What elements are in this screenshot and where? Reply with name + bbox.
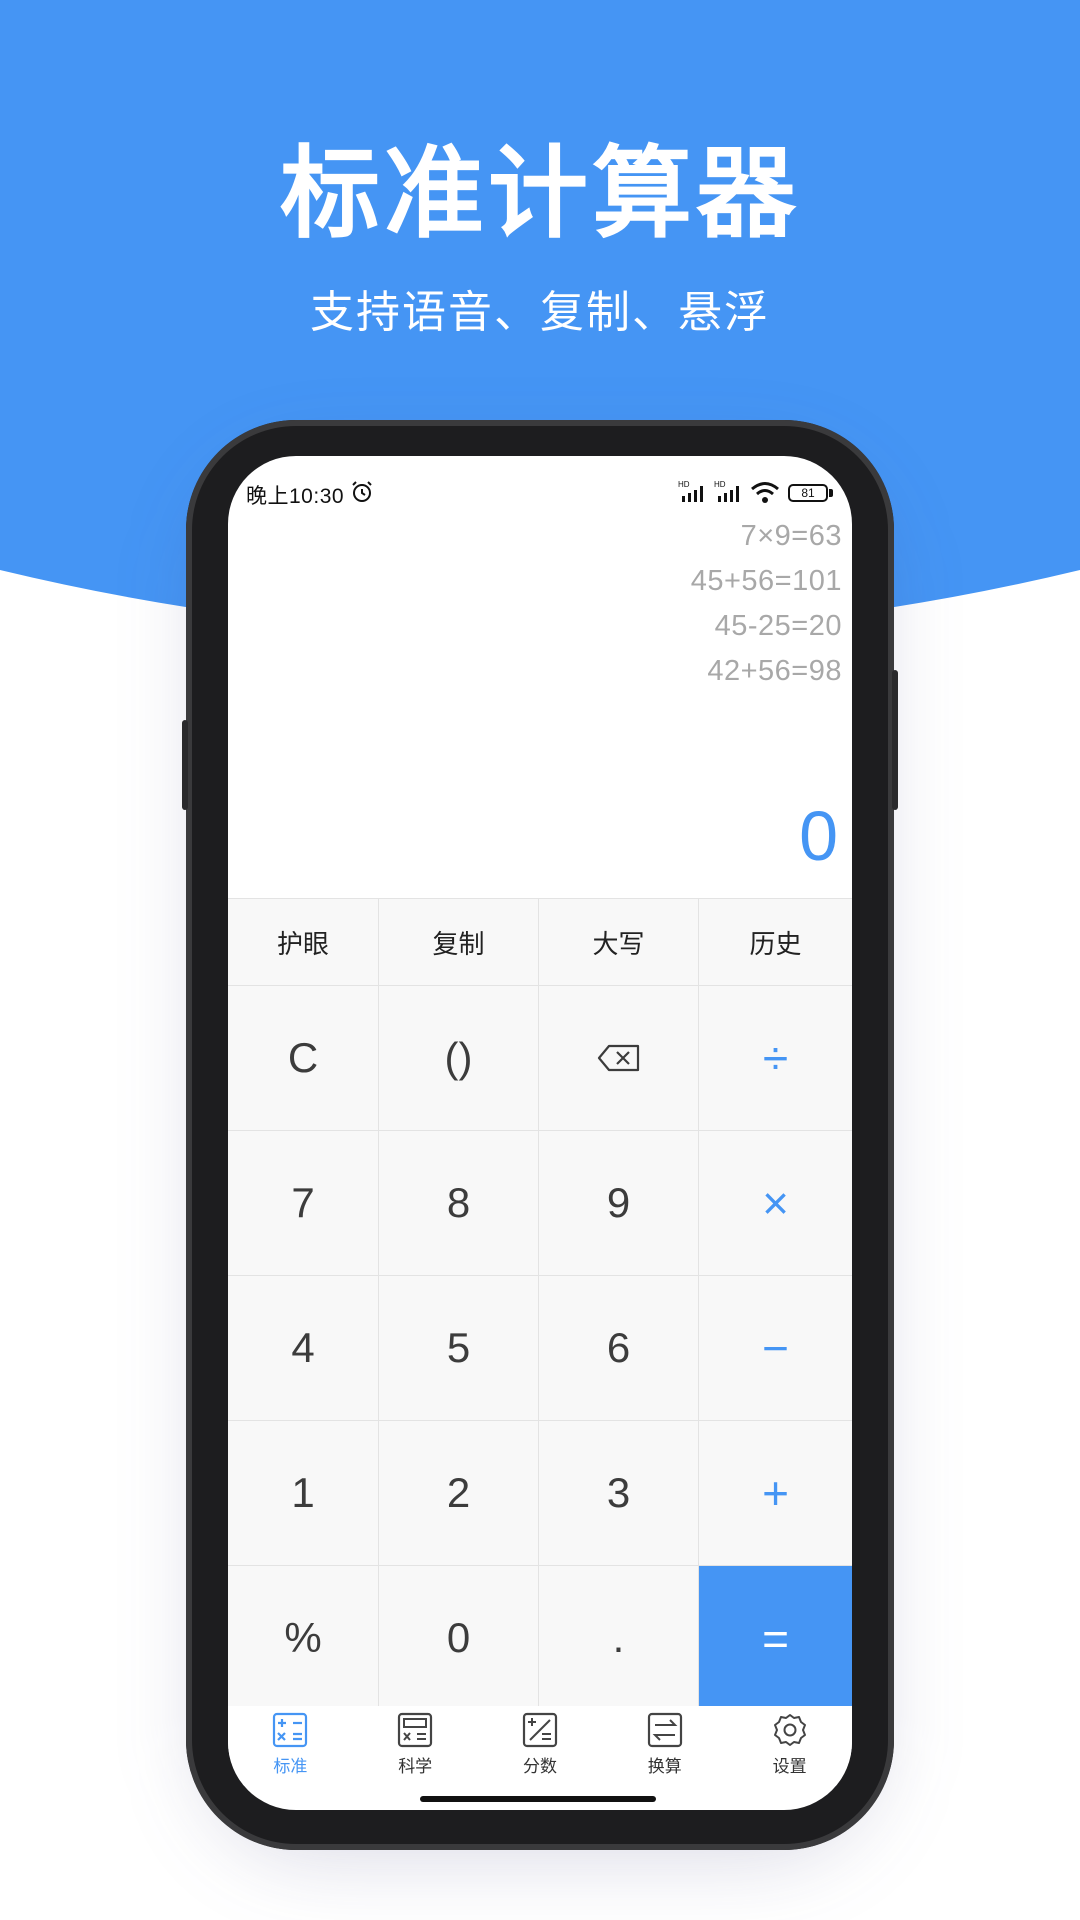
decimal-point-button[interactable]: . (539, 1566, 699, 1711)
uppercase-button[interactable]: 大写 (539, 899, 699, 985)
tab-settings[interactable]: 设置 (727, 1706, 852, 1786)
battery-cap (829, 489, 833, 497)
history-item[interactable]: 42+56=98 (691, 649, 842, 694)
battery-level: 81 (788, 484, 828, 502)
keypad-row: 1 2 3 + (228, 1421, 852, 1566)
tab-label: 分数 (522, 1757, 557, 1777)
digit-2-button[interactable]: 2 (379, 1421, 539, 1566)
percent-button[interactable]: % (228, 1566, 379, 1711)
function-row: 护眼 复制 大写 历史 (228, 898, 852, 986)
digit-7-button[interactable]: 7 (228, 1131, 379, 1276)
keypad-row: 7 8 9 × (228, 1131, 852, 1276)
add-button[interactable]: + (699, 1421, 852, 1566)
digit-6-button[interactable]: 6 (539, 1276, 699, 1421)
eye-care-button[interactable]: 护眼 (228, 899, 379, 985)
digit-0-button[interactable]: 0 (379, 1566, 539, 1711)
hero-subtitle: 支持语音、复制、悬浮 (310, 287, 770, 338)
copy-button[interactable]: 复制 (379, 899, 539, 985)
history-item[interactable]: 45-25=20 (691, 604, 842, 649)
multiply-button[interactable]: × (699, 1131, 852, 1276)
keypad-row: C () ÷ (228, 986, 852, 1131)
parentheses-button[interactable]: () (379, 986, 539, 1131)
convert-icon (647, 1712, 682, 1748)
history-button[interactable]: 历史 (699, 899, 852, 985)
digit-1-button[interactable]: 1 (228, 1421, 379, 1566)
phone-side-button (892, 670, 898, 810)
svg-text:HD: HD (714, 480, 726, 489)
tab-label: 设置 (772, 1757, 807, 1777)
digit-4-button[interactable]: 4 (228, 1276, 379, 1421)
display-value: 0 (799, 797, 838, 875)
tab-scientific[interactable]: 科学 (353, 1706, 478, 1786)
status-time: 晚上10:30 (246, 485, 345, 508)
keypad-row: 4 5 6 − (228, 1276, 852, 1421)
history-list: 7×9=63 45+56=101 45-25=20 42+56=98 (691, 514, 842, 694)
signal-hd-icon: HD (678, 480, 703, 502)
settings-icon (773, 1714, 806, 1746)
digit-8-button[interactable]: 8 (379, 1131, 539, 1276)
phone-screen: 晚上10:30 HD HD 81 7×9=63 45+56=101 45-25=… (228, 456, 852, 1810)
backspace-button[interactable] (539, 986, 699, 1131)
battery-icon: 81 (788, 484, 834, 502)
history-item[interactable]: 45+56=101 (691, 559, 842, 604)
phone-side-button (182, 720, 188, 810)
tab-label: 换算 (647, 1757, 682, 1777)
digit-9-button[interactable]: 9 (539, 1131, 699, 1276)
history-item[interactable]: 7×9=63 (691, 514, 842, 559)
keypad-row: % 0 . = (228, 1566, 852, 1711)
tab-standard[interactable]: 标准 (228, 1706, 353, 1786)
home-indicator[interactable] (420, 1796, 656, 1802)
digit-3-button[interactable]: 3 (539, 1421, 699, 1566)
signal-hd-icon: HD (714, 480, 739, 502)
wifi-icon (751, 482, 779, 503)
clear-button[interactable]: C (228, 986, 379, 1131)
tab-fraction[interactable]: 分数 (478, 1706, 603, 1786)
keypad: C () ÷ 7 8 9 × 4 5 6 − 1 2 3 + % 0 . = (228, 986, 852, 1711)
fraction-icon (522, 1712, 558, 1748)
backspace-icon (597, 1044, 639, 1072)
bottom-tab-bar: 标准 科学 分数 换算 设置 (228, 1706, 852, 1786)
standard-calc-icon (273, 1712, 308, 1748)
tab-convert[interactable]: 换算 (602, 1706, 727, 1786)
tab-label: 科学 (398, 1757, 433, 1777)
subtract-button[interactable]: − (699, 1276, 852, 1421)
hero-title: 标准计算器 (280, 135, 800, 252)
divide-button[interactable]: ÷ (699, 986, 852, 1131)
scientific-calc-icon (398, 1712, 433, 1748)
alarm-icon (352, 481, 372, 502)
svg-text:HD: HD (678, 480, 690, 489)
tab-label: 标准 (273, 1757, 308, 1777)
digit-5-button[interactable]: 5 (379, 1276, 539, 1421)
equals-button[interactable]: = (699, 1566, 852, 1711)
